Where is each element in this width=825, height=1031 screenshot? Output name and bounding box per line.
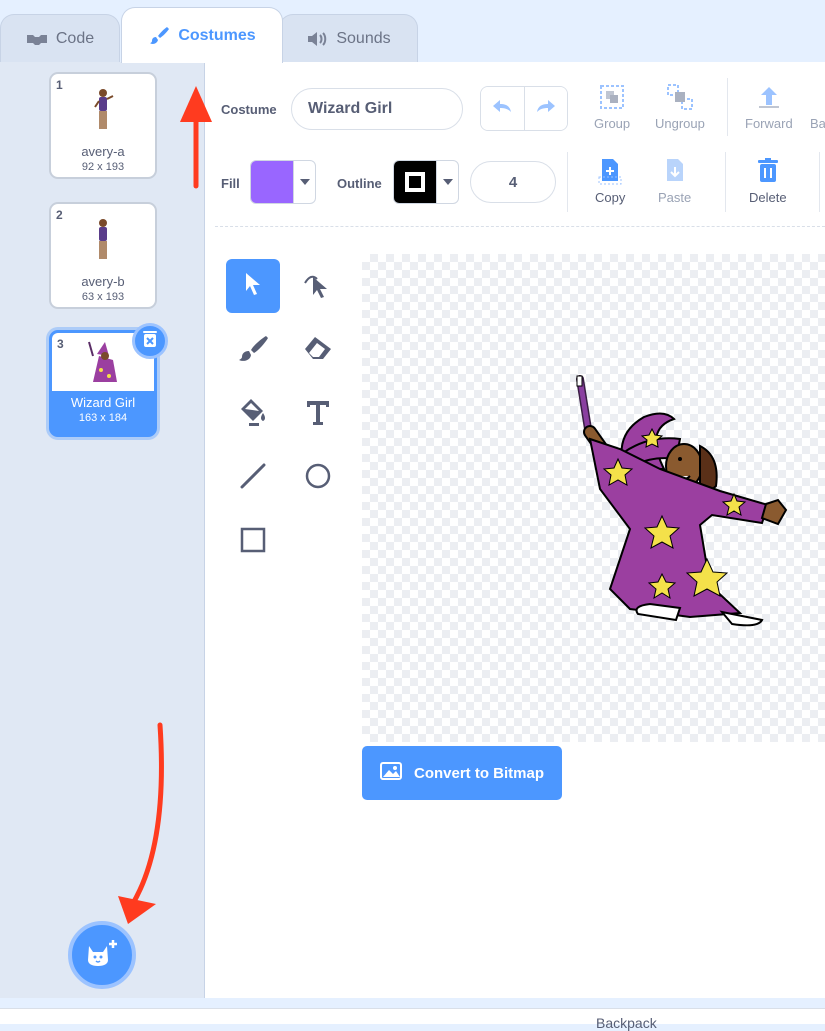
forward-arrow-icon [755,82,783,112]
ungroup-icon [666,82,694,112]
costume-size: 92 x 193 [81,161,125,173]
tab-sounds-label: Sounds [336,29,391,47]
paint-editor: Costume Group Ungroup Forward [205,62,825,998]
divider [567,152,568,212]
backpack-panel[interactable]: Backpack [0,1008,825,1031]
group-button[interactable]: Group [594,82,630,131]
costume-item-avery-b[interactable]: 2 avery-b 63 x 193 [49,202,157,309]
ungroup-button[interactable]: Ungroup [655,82,705,131]
tab-sounds[interactable]: Sounds [279,14,418,62]
fill-color-picker[interactable] [250,160,316,204]
circle-tool[interactable] [291,451,345,505]
tab-code[interactable]: Code [0,14,120,62]
speaker-icon [306,30,328,48]
costume-list: 1 avery-a 92 x 193 2 avery-b 63 x 193 3 [0,62,205,998]
fill-swatch [251,161,293,203]
reshape-tool[interactable] [291,259,345,313]
chevron-down-icon [436,161,458,203]
paste-button[interactable]: Paste [658,156,691,205]
copy-icon [598,156,622,186]
divider [725,152,726,212]
costume-item-avery-a[interactable]: 1 avery-a 92 x 193 [49,72,157,179]
brush-tool[interactable] [226,323,280,377]
costume-name: avery-a [81,144,125,159]
line-icon [238,461,268,496]
reshape-cursor-icon [303,269,333,304]
costume-label: Costume [221,102,277,117]
costume-name-input[interactable] [291,88,463,130]
paint-bucket-icon [237,397,269,432]
paste-icon [663,156,687,186]
convert-label: Convert to Bitmap [413,764,544,782]
choose-costume-button[interactable] [68,921,136,989]
outline-color-picker[interactable] [393,160,459,204]
undo-button[interactable] [481,87,524,130]
brush-icon [148,25,170,47]
undo-redo-group [480,86,568,131]
convert-to-bitmap-button[interactable]: Convert to Bitmap [362,746,562,800]
redo-button[interactable] [523,87,567,130]
rectangle-tool[interactable] [226,515,280,569]
toolbar-divider [215,226,825,227]
delete-costume-button[interactable] [132,323,168,359]
eraser-icon [303,335,333,366]
editor-tabs: Code Costumes Sounds [0,0,825,63]
costume-size: 63 x 193 [81,291,125,303]
delete-button[interactable]: Delete [749,156,787,205]
image-icon [379,762,402,784]
divider [727,78,728,136]
code-icon [26,31,48,47]
brush-icon [238,334,268,367]
undo-icon [491,98,513,119]
divider [819,152,820,212]
wizard-girl-drawing [576,375,788,627]
trash-icon [756,156,780,186]
outline-swatch [394,161,436,203]
tab-costumes[interactable]: Costumes [121,7,283,63]
chevron-down-icon [293,161,315,203]
backward-arrow-icon [811,82,825,112]
costume-name: avery-b [81,274,125,289]
forward-button[interactable]: Forward [745,82,793,131]
circle-icon [304,462,332,495]
rectangle-icon [239,526,267,559]
text-t-icon [304,398,332,431]
outline-label: Outline [337,176,382,191]
line-tool[interactable] [226,451,280,505]
trash-close-icon [142,330,158,353]
tab-code-label: Code [55,29,95,47]
costume-number: 2 [56,208,63,222]
costume-size: 163 x 184 [78,412,128,424]
outline-width-input[interactable] [470,161,556,203]
backpack-label: Backpack [596,1015,657,1031]
fill-tool[interactable] [226,387,280,441]
redo-icon [535,98,557,119]
arrow-cursor-icon [242,271,264,302]
backward-button[interactable]: Ba [810,82,825,131]
select-tool[interactable] [226,259,280,313]
fill-label: Fill [221,176,240,191]
copy-button[interactable]: Copy [595,156,625,205]
costume-thumbnail [51,80,155,140]
costume-item-wizard-girl[interactable]: 3 Wizard Girl 163 x 184 [49,323,168,437]
costume-thumbnail [51,210,155,270]
costume-number: 1 [56,78,63,92]
costume-number: 3 [57,337,64,351]
tab-costumes-label: Costumes [178,26,256,44]
cat-plus-icon [85,938,119,973]
costume-name: Wizard Girl [70,395,136,410]
group-icon [598,82,626,112]
paint-canvas[interactable] [362,254,825,742]
eraser-tool[interactable] [291,323,345,377]
text-tool[interactable] [291,387,345,441]
